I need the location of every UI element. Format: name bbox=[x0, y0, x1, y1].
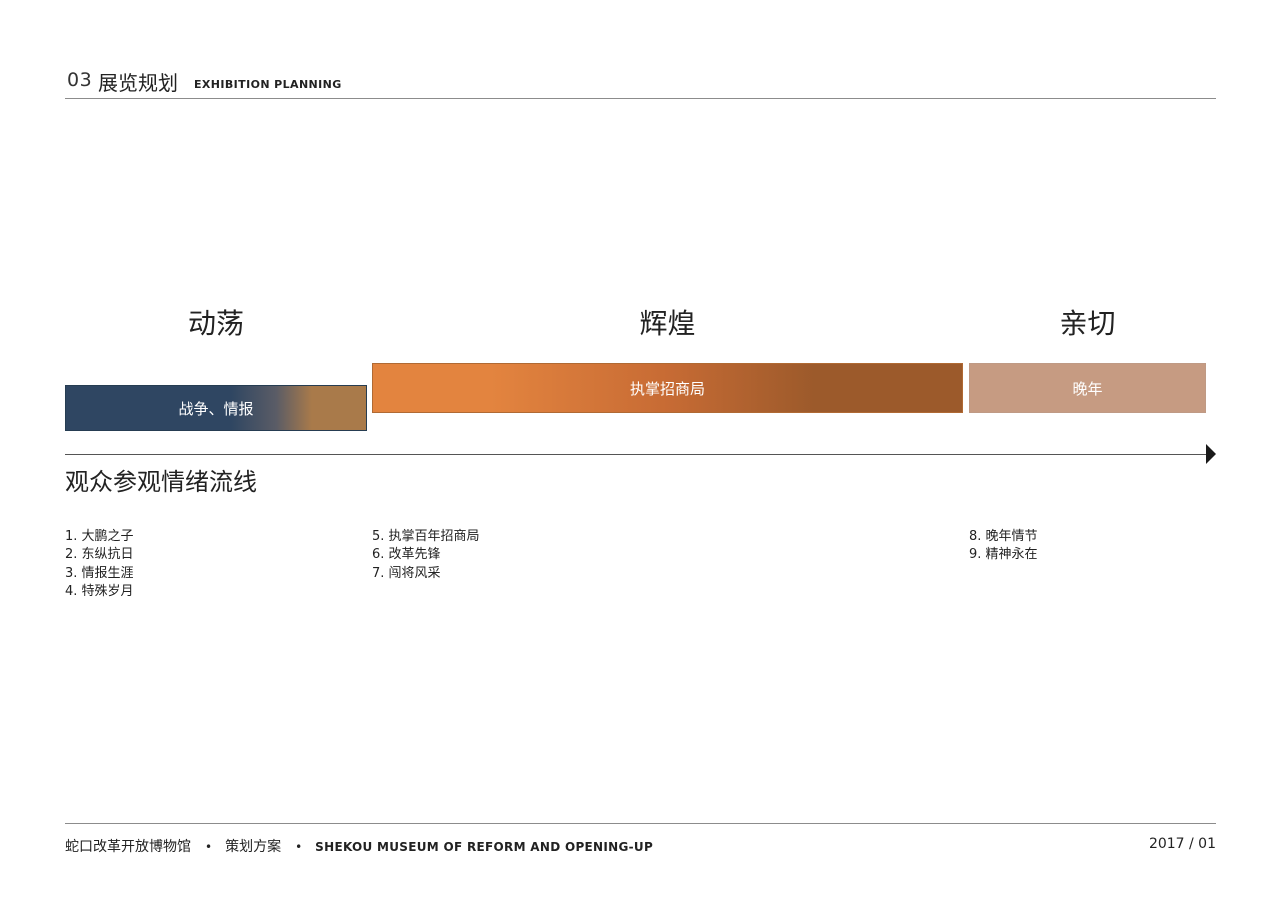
section-number: 03 bbox=[67, 69, 93, 91]
page-footer: 蛇口改革开放博物馆 • 策划方案 • SHEKOU MUSEUM OF REFORM A… bbox=[65, 823, 1216, 864]
list-item: 1. 大鹏之子 bbox=[65, 529, 134, 544]
list-item: 9. 精神永在 bbox=[969, 547, 1038, 563]
list-item: 8. 晚年情节 bbox=[969, 529, 1038, 544]
phase-bar-war-intelligence: 战争、情报 bbox=[65, 385, 367, 431]
page-header: 03 展览规划 EXHIBITION PLANNING bbox=[65, 66, 1216, 99]
list-item: 7. 闯将风采 bbox=[372, 565, 441, 581]
phase-item-list: 8. 晚年情节 9. 精神永在 bbox=[969, 528, 1038, 565]
phase-bar-label: 战争、情报 bbox=[178, 399, 254, 418]
phase-bar-label: 执掌招商局 bbox=[629, 379, 705, 398]
footer-museum-en: SHEKOU MUSEUM OF REFORM AND OPENING-UP bbox=[315, 840, 654, 854]
phase-title-intimacy: 亲切 bbox=[1059, 307, 1116, 340]
footer-date: 2017 / 01 bbox=[1148, 836, 1216, 852]
timeline-label: 观众参观情绪流线 bbox=[65, 468, 257, 496]
footer-info: 蛇口改革开放博物馆 • 策划方案 • SHEKOU MUSEUM OF REFORM A… bbox=[65, 836, 653, 856]
arrow-right-icon bbox=[1206, 444, 1216, 464]
footer-separator: • bbox=[295, 840, 303, 854]
list-item: 2. 东纵抗日 bbox=[65, 547, 134, 563]
phase-title-turbulence: 动荡 bbox=[187, 307, 244, 340]
phase-item-list: 1. 大鹏之子 2. 东纵抗日 3. 情报生涯 4. 特殊岁月 bbox=[65, 528, 134, 601]
section-subtitle-en: EXHIBITION PLANNING bbox=[194, 78, 342, 91]
phase-item-list: 5. 执掌百年招商局 6. 改革先锋 7. 闯将风采 bbox=[372, 528, 480, 583]
footer-doc-type: 策划方案 bbox=[225, 839, 282, 855]
list-item: 3. 情报生涯 bbox=[65, 565, 134, 581]
footer-museum-cn: 蛇口改革开放博物馆 bbox=[65, 839, 191, 855]
phase-bar-label: 晚年 bbox=[1072, 379, 1103, 398]
list-item: 4. 特殊岁月 bbox=[65, 583, 134, 599]
timeline-line bbox=[65, 454, 1208, 455]
phase-bar-later-years: 晚年 bbox=[969, 363, 1206, 413]
footer-separator: • bbox=[205, 840, 213, 854]
list-item: 6. 改革先锋 bbox=[372, 547, 441, 563]
list-item: 5. 执掌百年招商局 bbox=[372, 529, 480, 544]
phase-bar-merchants: 执掌招商局 bbox=[372, 363, 963, 413]
phase-title-glory: 辉煌 bbox=[639, 307, 696, 340]
section-title: 展览规划 bbox=[98, 71, 178, 95]
